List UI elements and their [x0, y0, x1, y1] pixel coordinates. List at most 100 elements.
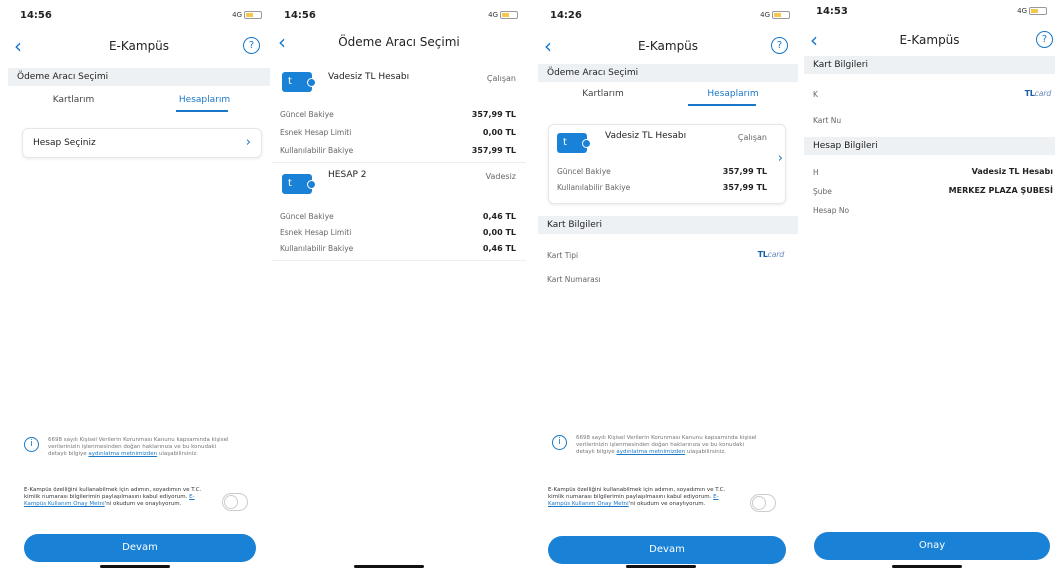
consent-text: E-Kampüs özelliğini kullanabilmek için a…	[548, 487, 728, 508]
limit-row: Esnek Hesap Limiti 0,00 TL	[280, 128, 516, 140]
continue-button[interactable]: Devam	[24, 534, 256, 562]
kvkk-link[interactable]: aydınlatma metnimizden	[616, 449, 685, 455]
status-time: 14:26	[550, 10, 582, 21]
status-bar: 14:56 4G	[8, 0, 270, 28]
limit-row: Esnek Hesap Limiti 0,00 TL	[280, 228, 516, 240]
continue-button[interactable]: Devam	[548, 536, 786, 564]
tlcard-logo-rest: card	[1034, 89, 1052, 98]
row-value: 357,99 TL	[471, 110, 516, 119]
balance-row: Güncel Bakiye 357,99 TL	[280, 110, 516, 122]
account-value: Vadesiz TL Hesabı	[971, 167, 1053, 176]
status-bar: 14:26 4G	[538, 0, 798, 28]
tab-kartlarim[interactable]: Kartlarım	[8, 90, 139, 110]
screen-hesap-secimi: 14:56 4G ‹ E-Kampüs ? Ödeme Aracı Seçimi…	[8, 0, 270, 572]
account-item[interactable]: t Vadesiz TL Hesabı Çalışan Güncel Bakiy…	[272, 60, 526, 160]
chevron-right-icon[interactable]: ›	[778, 151, 783, 166]
row-label: Güncel Bakiye	[280, 110, 334, 119]
tab-hesaplarim[interactable]: Hesaplarım	[668, 84, 798, 104]
screen-hesap-secildi: 14:26 4G ‹ E-Kampüs ? Ödeme Aracı Seçimi…	[538, 0, 798, 572]
card-type-label: K	[813, 90, 818, 99]
network-indicator: 4G	[232, 11, 242, 19]
row-value: 0,00 TL	[482, 228, 516, 237]
account-no-label: Hesap No	[813, 206, 850, 215]
account-name: Vadesiz TL Hesabı	[605, 131, 687, 141]
kvkk-link[interactable]: aydınlatma metnimizden	[88, 451, 157, 457]
screen-odeme-araci: 14:56 4G ‹ Ödeme Aracı Seçimi t Vadesiz …	[272, 0, 526, 572]
home-indicator	[100, 565, 170, 568]
row-value: 357,99 TL	[722, 167, 767, 176]
status-time: 14:56	[20, 10, 52, 21]
consent-toggle[interactable]	[750, 494, 776, 512]
tab-bar: Kartlarım Hesaplarım	[8, 90, 270, 112]
selected-account-card[interactable]: t Vadesiz TL Hesabı Çalışan › Güncel Bak…	[548, 124, 786, 204]
account-label: H	[813, 168, 819, 177]
info-icon: i	[552, 435, 567, 450]
row-value: 357,99 TL	[722, 183, 767, 192]
help-icon[interactable]: ?	[1036, 31, 1053, 48]
consent-tail: 'ni okudum ve onaylıyorum.	[628, 501, 706, 507]
row-value: 0,46 TL	[482, 244, 516, 253]
battery-icon	[1029, 7, 1047, 15]
help-icon[interactable]: ?	[771, 37, 788, 54]
available-row: Kullanılabilir Bakiye 0,46 TL	[280, 244, 516, 256]
section-header: Ödeme Aracı Seçimi	[538, 64, 798, 82]
page-title: Ödeme Aracı Seçimi	[338, 35, 460, 49]
account-type: Çalışan	[737, 133, 767, 142]
kvkk-tail: ulaşabilirsiniz.	[685, 449, 726, 455]
branch-value: MERKEZ PLAZA ŞUBESİ	[948, 186, 1053, 195]
account-select-label: Hesap Seçiniz	[33, 138, 96, 148]
row-label: Kullanılabilir Bakiye	[280, 244, 354, 253]
tlcard-logo-bold: TL	[1024, 89, 1035, 98]
card-number-label: Kart Nu	[813, 116, 842, 125]
divider	[272, 162, 526, 163]
network-indicator: 4G	[1017, 7, 1027, 15]
row-label: Kullanılabilir Bakiye	[557, 183, 631, 192]
tab-hesaplarim[interactable]: Hesaplarım	[139, 90, 270, 110]
help-icon[interactable]: ?	[243, 37, 260, 54]
tab-kartlarim[interactable]: Kartlarım	[538, 84, 668, 104]
chevron-right-icon: ›	[245, 135, 251, 150]
kvkk-notice: i 6698 sayılı Kişisel Verilerin Korunmas…	[552, 435, 762, 456]
branch-label: Şube	[813, 187, 832, 196]
battery-icon	[500, 11, 518, 19]
card-type-label: Kart Tipi	[547, 251, 579, 260]
nav-bar: ‹ E-Kampüs ?	[804, 28, 1055, 54]
active-tab-underline	[688, 104, 756, 106]
tlcard-logo-rest: card	[767, 250, 785, 259]
tab-bar: Kartlarım Hesaplarım	[538, 84, 798, 106]
card-number-label: Kart Numarası	[547, 275, 601, 284]
tlcard-logo: TLcard	[1024, 89, 1052, 98]
account-name: HESAP 2	[328, 170, 367, 180]
kvkk-tail: ulaşabilirsiniz.	[157, 451, 198, 457]
account-select[interactable]: Hesap Seçiniz ›	[22, 128, 262, 158]
nav-bar: ‹ E-Kampüs ?	[538, 34, 798, 60]
account-item[interactable]: t HESAP 2 Vadesiz Güncel Bakiye 0,46 TL …	[272, 164, 526, 264]
row-value: 0,46 TL	[482, 212, 516, 221]
screen-onay: 14:53 4G ‹ E-Kampüs ? Kart Bilgileri K T…	[804, 0, 1055, 572]
home-indicator	[354, 565, 424, 568]
status-bar: 14:53 4G	[804, 0, 1055, 24]
row-value: 0,00 TL	[482, 128, 516, 137]
row-label: Esnek Hesap Limiti	[280, 228, 352, 237]
home-indicator	[892, 565, 962, 568]
row-label: Güncel Bakiye	[280, 212, 334, 221]
page-title: E-Kampüs	[637, 39, 699, 53]
tlcard-logo: TLcard	[758, 250, 785, 259]
consent-toggle[interactable]	[222, 493, 248, 511]
battery-icon	[772, 11, 790, 19]
account-type: Çalışan	[486, 74, 516, 83]
consent-tail: 'ni okudum ve onaylıyorum.	[104, 501, 182, 507]
available-row: Kullanılabilir Bakiye 357,99 TL	[557, 183, 767, 195]
account-info-header: Hesap Bilgileri	[804, 137, 1055, 155]
account-icon: t	[557, 133, 591, 153]
nav-bar: ‹ Ödeme Aracı Seçimi	[272, 30, 526, 56]
page-title: E-Kampüs	[899, 33, 960, 47]
kvkk-notice: i 6698 sayılı Kişisel Verilerin Korunmas…	[24, 437, 234, 458]
status-time: 14:53	[816, 6, 848, 17]
account-icon: t	[282, 174, 316, 194]
active-tab-underline	[176, 110, 228, 112]
account-name: Vadesiz TL Hesabı	[328, 72, 410, 82]
balance-row: Güncel Bakiye 357,99 TL	[557, 167, 767, 179]
confirm-button[interactable]: Onay	[814, 532, 1050, 560]
card-info-header: Kart Bilgileri	[538, 216, 798, 234]
